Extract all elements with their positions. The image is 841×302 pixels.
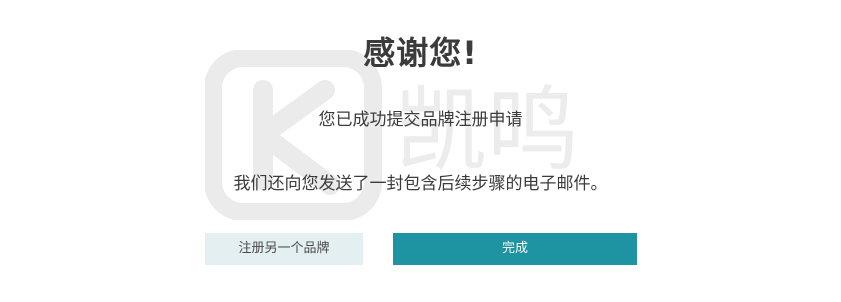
dialog-message: 我们还向您发送了一封包含后续步骤的电子邮件。 [233, 174, 608, 194]
confirmation-dialog: 凯鸣 感谢您! 您已成功提交品牌注册申请 我们还向您发送了一封包含后续步骤的电子… [0, 0, 841, 302]
watermark-logo-mark [253, 80, 340, 195]
register-another-brand-button[interactable]: 注册另一个品牌 [205, 233, 363, 265]
dialog-subtitle: 您已成功提交品牌注册申请 [318, 110, 523, 130]
dialog-title: 感谢您! [363, 34, 478, 72]
done-button[interactable]: 完成 [393, 233, 637, 265]
